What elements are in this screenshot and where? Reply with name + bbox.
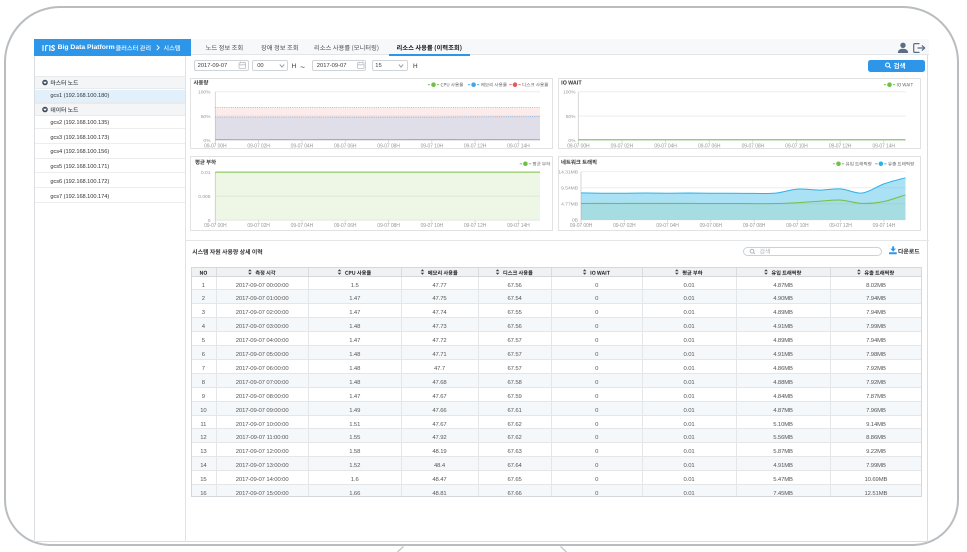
svg-text:09-07 08H: 09-07 08H [742,144,765,150]
svg-text:14.31MB: 14.31MB [558,169,578,175]
svg-text:09-07 12H: 09-07 12H [464,144,487,150]
svg-text:09-07 10H: 09-07 10H [786,223,809,229]
svg-text:09-07 10H: 09-07 10H [785,144,808,150]
svg-text:09-07 14H: 09-07 14H [873,223,896,229]
svg-text:09-07 02H: 09-07 02H [611,144,634,150]
svg-text:09-07 00H: 09-07 00H [204,223,227,229]
svg-text:100%: 100% [198,90,211,96]
svg-text:50%: 50% [201,114,211,120]
svg-text:09-07 06H: 09-07 06H [334,144,357,150]
svg-text:0.01: 0.01 [201,170,211,176]
svg-text:09-07 04H: 09-07 04H [291,144,314,150]
svg-text:09-07 04H: 09-07 04H [654,144,677,150]
svg-text:09-07 02H: 09-07 02H [613,223,636,229]
svg-text:09-07 00H: 09-07 00H [204,144,227,150]
svg-text:09-07 04H: 09-07 04H [656,223,679,229]
svg-text:09-07 06H: 09-07 06H [698,144,721,150]
svg-text:09-07 02H: 09-07 02H [247,223,270,229]
svg-text:09-07 12H: 09-07 12H [829,223,852,229]
svg-text:0.005: 0.005 [198,194,211,200]
svg-text:09-07 08H: 09-07 08H [743,223,766,229]
svg-text:09-07 10H: 09-07 10H [421,223,444,229]
svg-text:09-07 02H: 09-07 02H [247,144,270,150]
svg-text:09-07 06H: 09-07 06H [334,223,357,229]
svg-text:09-07 08H: 09-07 08H [377,223,400,229]
svg-text:09-07 14H: 09-07 14H [872,144,895,150]
svg-text:50%: 50% [566,114,576,120]
svg-text:09-07 04H: 09-07 04H [291,223,314,229]
svg-text:100%: 100% [563,90,576,96]
svg-text:09-07 14H: 09-07 14H [507,223,530,229]
svg-text:09-07 08H: 09-07 08H [377,144,400,150]
svg-text:09-07 00H: 09-07 00H [570,223,593,229]
svg-text:9.54MB: 9.54MB [561,186,578,192]
svg-text:09-07 14H: 09-07 14H [507,144,530,150]
svg-text:09-07 06H: 09-07 06H [700,223,723,229]
svg-text:09-07 10H: 09-07 10H [421,144,444,150]
svg-text:09-07 12H: 09-07 12H [464,223,487,229]
svg-text:4.77MB: 4.77MB [561,202,578,208]
svg-text:09-07 12H: 09-07 12H [829,144,852,150]
svg-text:09-07 00H: 09-07 00H [567,144,590,150]
